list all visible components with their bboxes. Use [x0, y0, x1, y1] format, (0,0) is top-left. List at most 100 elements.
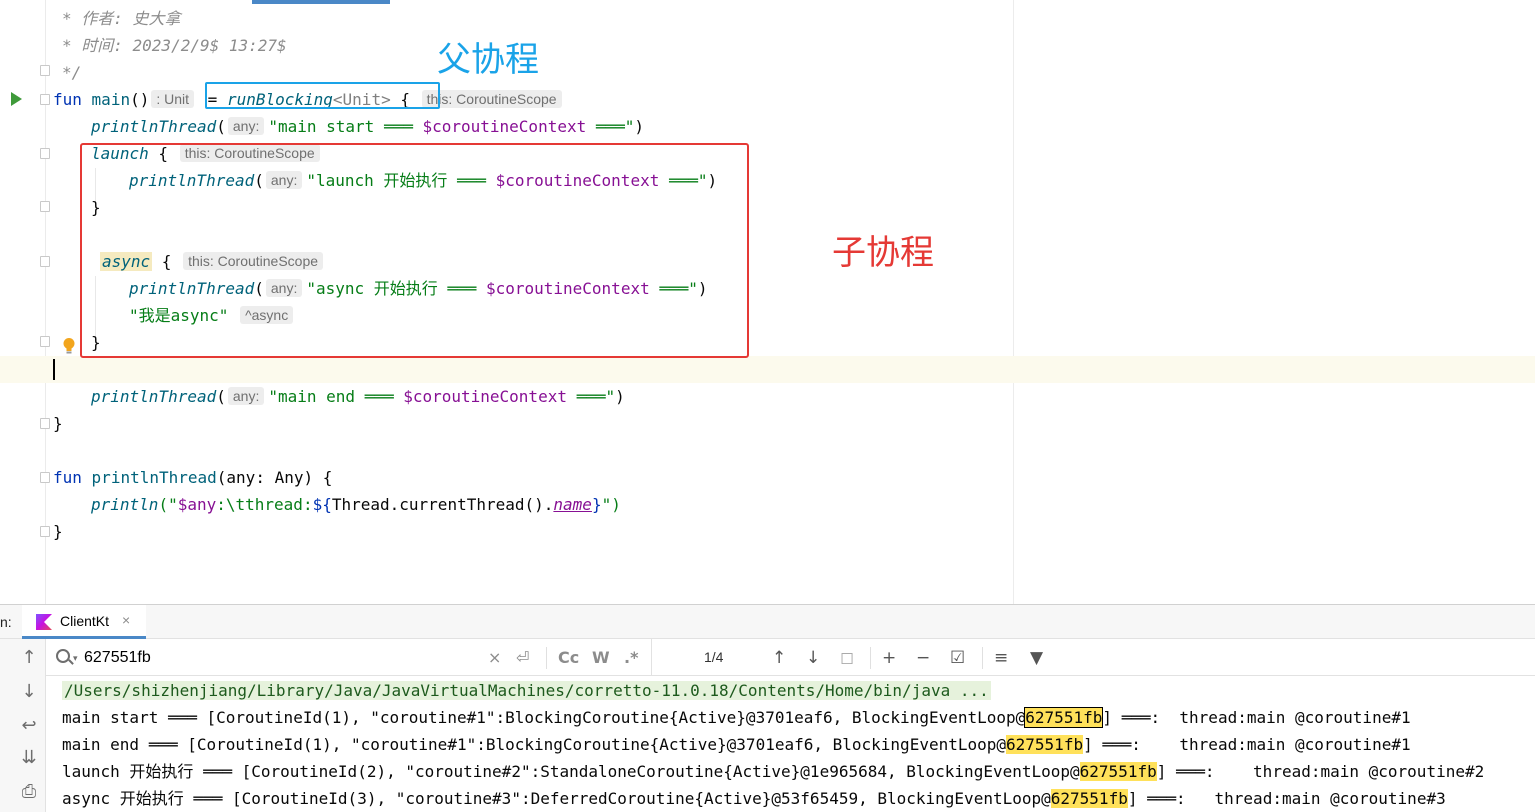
parent-coroutine-highlight	[205, 82, 440, 109]
search-field: ▾ × ⏎ Cc W .*	[46, 639, 652, 676]
console-text: ] ═══: thread:main @coroutine#1	[1102, 708, 1411, 727]
console-line: async 开始执行 ═══ [CoroutineId(3), "corouti…	[62, 785, 1446, 812]
code-line-main-end: printlnThread(any: "main end ═══ $corouti…	[91, 383, 625, 410]
string-close: ")	[601, 495, 621, 514]
console-text: async 开始执行 ═══ [CoroutineId(3), "corouti…	[62, 789, 1051, 808]
template-coroutine-context: $coroutineContext	[422, 117, 587, 136]
next-occurrence-icon[interactable]: ↓	[806, 646, 820, 670]
fold-marker-icon[interactable]	[40, 256, 50, 267]
println-thread-call: printlnThread	[91, 387, 217, 406]
child-coroutine-highlight	[80, 143, 749, 358]
code-line-fn-decl: fun printlnThread(any: Any) {	[53, 464, 332, 491]
filter-options-icon[interactable]: ≡	[994, 646, 1008, 670]
console-output[interactable]: /Users/shizhenjiang/Library/Java/JavaVir…	[46, 676, 1535, 812]
clear-search-icon[interactable]: ×	[488, 647, 501, 669]
inlay-hint-any: any:	[227, 387, 265, 405]
string-literal: ═══"	[566, 387, 616, 406]
select-all-occurrences-icon[interactable]: ☑	[950, 646, 965, 670]
string-open: ("	[158, 495, 178, 514]
fold-marker-icon[interactable]	[40, 65, 50, 76]
code-line-main-start: printlnThread(any: "main start ═══ $corou…	[91, 113, 644, 140]
editor-tab-indicator	[252, 0, 390, 4]
comment-end: */	[62, 63, 82, 82]
editor-gutter	[0, 0, 46, 604]
search-match: 627551fb	[1079, 762, 1157, 781]
text-caret	[53, 359, 55, 380]
search-icon[interactable]	[56, 649, 70, 663]
fold-marker-icon[interactable]	[40, 418, 50, 429]
add-occurrence-icon[interactable]: +	[882, 646, 896, 670]
remove-occurrence-icon[interactable]: −	[916, 646, 930, 670]
string-literal: "main end ═══	[268, 387, 404, 406]
search-match-current: 627551fb	[1024, 707, 1104, 728]
current-line-highlight	[0, 356, 1535, 383]
search-input[interactable]	[84, 647, 484, 669]
fold-marker-icon[interactable]	[40, 201, 50, 212]
fold-marker-icon[interactable]	[40, 148, 50, 159]
code-editor[interactable]: * 作者: 史大拿 * 时间: 2023/2/9$ 13:27$ */ fun …	[0, 0, 1535, 604]
scroll-to-end-icon[interactable]: ⇊	[18, 747, 40, 769]
fold-marker-icon[interactable]	[40, 336, 50, 347]
paren-open: (	[216, 117, 226, 136]
fold-marker-icon[interactable]	[40, 526, 50, 537]
search-match: 627551fb	[1006, 735, 1084, 754]
console-line: main end ═══ [CoroutineId(1), "coroutine…	[62, 731, 1411, 758]
whole-words-button[interactable]: W	[592, 647, 610, 669]
inlay-hint-any: any:	[227, 117, 265, 135]
new-line-icon[interactable]: ⏎	[516, 647, 529, 669]
parent-coroutine-label: 父协程	[437, 40, 539, 80]
match-count: 1/4	[704, 649, 724, 665]
separator	[982, 647, 983, 669]
fold-marker-icon[interactable]	[40, 472, 50, 483]
comment-author: * 作者: 史大拿	[62, 9, 181, 28]
string-literal: ═══"	[586, 117, 635, 136]
string-literal: "main start ═══	[268, 117, 423, 136]
template-open: ${	[312, 495, 332, 514]
parens: ()	[130, 90, 150, 109]
soft-wrap-icon[interactable]: ↩	[18, 715, 40, 737]
match-case-button[interactable]: Cc	[558, 647, 579, 669]
paren-close: )	[634, 117, 645, 136]
console-text: main end ═══ [CoroutineId(1), "coroutine…	[62, 735, 1007, 754]
child-coroutine-label: 子协程	[832, 233, 934, 273]
template-coroutine-context: $coroutineContext	[403, 387, 567, 406]
console-text: main start ═══ [CoroutineId(1), "corouti…	[62, 708, 1026, 727]
run-tool-header: n: ClientKt ×	[0, 604, 1535, 639]
function-name: printlnThread	[91, 468, 217, 487]
tab-clientkt[interactable]: ClientKt ×	[22, 605, 146, 639]
filter-icon[interactable]: ▼	[1030, 646, 1043, 670]
println-thread-call: printlnThread	[91, 117, 217, 136]
code-line-fn-close: }	[53, 522, 63, 541]
string-literal: thread:	[245, 495, 313, 514]
console-text: ] ═══: thread:main @coroutine#1	[1083, 735, 1411, 754]
name-property: name	[553, 495, 592, 514]
previous-occurrence-icon[interactable]: ↑	[772, 646, 786, 670]
keyword-fun: fun	[53, 90, 82, 109]
run-gutter-icon[interactable]	[11, 92, 22, 106]
arrow-down-icon[interactable]: ↓	[18, 681, 40, 703]
string-escape: :\t	[216, 495, 246, 514]
paren-open: (	[216, 387, 226, 406]
template-any: $any	[177, 495, 217, 514]
thread-call: Thread.currentThread().	[331, 495, 554, 514]
separator	[546, 647, 547, 669]
arrow-up-icon[interactable]: ↑	[18, 647, 40, 669]
keyword-fun: fun	[53, 468, 82, 487]
print-icon[interactable]: ⎙	[18, 781, 40, 803]
close-icon[interactable]: ×	[122, 612, 130, 628]
lightbulb-icon[interactable]	[62, 337, 76, 355]
fold-marker-icon[interactable]	[40, 94, 50, 105]
console-search-bar: ▾ × ⏎ Cc W .* 1/4 ↑ ↓ ◻ + − ☑ ≡ ▼	[46, 639, 1535, 676]
regex-button[interactable]: .*	[624, 647, 638, 669]
kotlin-file-icon	[36, 614, 52, 630]
code-line-main-close: }	[53, 414, 63, 433]
tab-label: ClientKt	[60, 613, 110, 629]
search-match: 627551fb	[1050, 789, 1128, 808]
select-all-icon[interactable]: ◻	[840, 646, 854, 670]
console-text: ] ═══: thread:main @coroutine#3	[1127, 789, 1446, 808]
java-path: /Users/shizhenjiang/Library/Java/JavaVir…	[62, 681, 991, 700]
comment-time: * 时间: 2023/2/9$ 13:27$	[62, 36, 287, 55]
println-call: println	[91, 495, 159, 514]
template-close: }	[591, 495, 602, 514]
chevron-down-icon[interactable]: ▾	[73, 654, 78, 664]
